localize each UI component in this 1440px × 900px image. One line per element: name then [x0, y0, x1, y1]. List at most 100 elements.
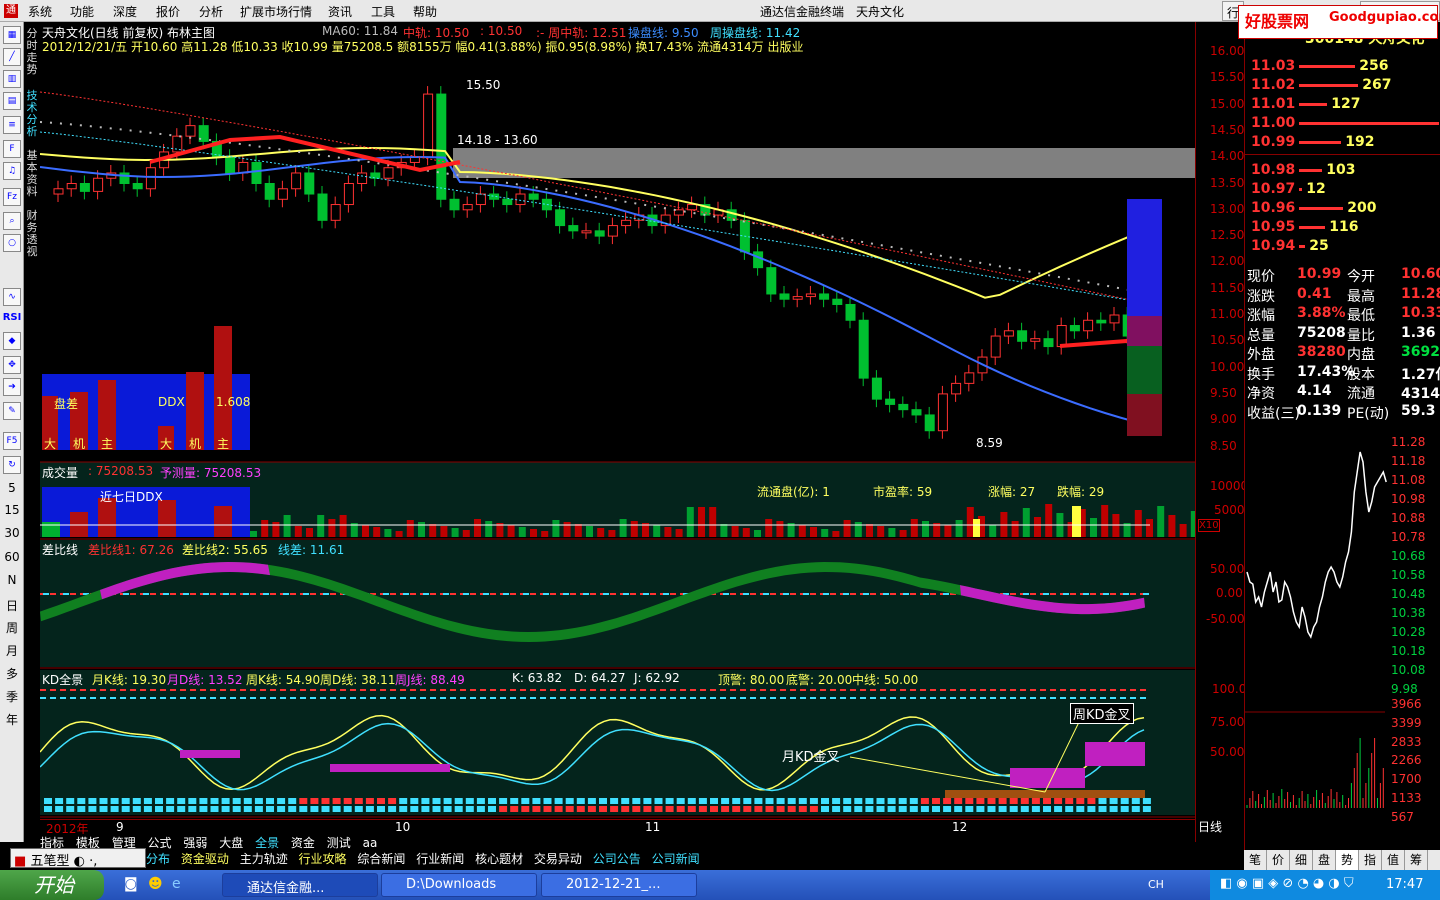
- news-tab-industry-guide[interactable]: 行业攻略: [299, 852, 347, 866]
- lang-indicator[interactable]: CH: [1148, 878, 1164, 891]
- kd-bottom: 底警: 20.00: [786, 673, 853, 687]
- period-day[interactable]: 日: [0, 597, 24, 614]
- vtab-minute[interactable]: 分时走势: [24, 28, 40, 76]
- period-multi[interactable]: 多: [0, 665, 24, 682]
- pen-icon[interactable]: ✎: [3, 402, 21, 420]
- period-week[interactable]: 周: [0, 619, 24, 636]
- period-n[interactable]: N: [0, 573, 24, 587]
- period-60min[interactable]: 60: [0, 550, 24, 564]
- line-chart-icon[interactable]: ╱: [3, 48, 21, 66]
- task-tdx[interactable]: 通达信金融...: [222, 873, 378, 897]
- order-row[interactable]: 10.98 103: [1251, 162, 1356, 178]
- period-30min[interactable]: 30: [0, 526, 24, 540]
- rtab-price[interactable]: 价: [1267, 850, 1290, 870]
- minute-chart-icon[interactable]: ▦: [3, 26, 21, 44]
- task-downloads[interactable]: D:\Downloads: [381, 873, 537, 897]
- rtab-trend[interactable]: 势: [1336, 850, 1359, 870]
- period-year[interactable]: 年: [0, 711, 24, 728]
- tab-aa[interactable]: aa: [363, 836, 378, 850]
- order-row[interactable]: 11.01 127: [1251, 96, 1361, 112]
- rtab-trades[interactable]: 笔: [1244, 850, 1267, 870]
- period-15min[interactable]: 15: [0, 503, 24, 517]
- order-price: 10.95: [1251, 219, 1296, 235]
- order-row[interactable]: 11.02 267: [1251, 77, 1392, 93]
- ime-mode[interactable]: 五笔型: [30, 854, 69, 869]
- menu-help[interactable]: 帮助: [413, 3, 437, 20]
- order-row[interactable]: 10.96 200: [1251, 200, 1377, 216]
- tray-icons[interactable]: ◧ ◉ ▣ ◈ ⊘ ◔ ◕ ◑ ⛉: [1220, 876, 1354, 891]
- rsi-button[interactable]: RSI: [0, 312, 24, 323]
- menu-analysis[interactable]: 分析: [199, 3, 223, 20]
- diamond-icon[interactable]: ◆: [3, 332, 21, 350]
- tab-strength[interactable]: 强弱: [183, 836, 207, 850]
- news-tab-company-news[interactable]: 公司新闻: [652, 852, 700, 866]
- kd-signal-block: [1142, 806, 1151, 812]
- menu-function[interactable]: 功能: [70, 3, 94, 20]
- rtab-value[interactable]: 值: [1382, 850, 1405, 870]
- period-season[interactable]: 季: [0, 688, 24, 705]
- rtab-index[interactable]: 指: [1359, 850, 1382, 870]
- news-tab-industry-news[interactable]: 行业新闻: [416, 852, 464, 866]
- rtab-detail[interactable]: 细: [1290, 850, 1313, 870]
- day-label[interactable]: 日线: [1198, 818, 1222, 835]
- tab-panorama[interactable]: 全景: [255, 836, 279, 850]
- menu-tools[interactable]: 工具: [371, 3, 395, 20]
- vtab-basic[interactable]: 基本资料: [24, 150, 40, 198]
- news-tab-main-track[interactable]: 主力轨迹: [240, 852, 288, 866]
- notes-icon[interactable]: ♫: [3, 162, 21, 180]
- order-row[interactable]: 11.03 256: [1251, 58, 1389, 74]
- move-icon[interactable]: ✥: [3, 356, 21, 374]
- news-tab-general-news[interactable]: 综合新闻: [357, 852, 405, 866]
- kd-signal-block: [821, 806, 829, 812]
- tab-test[interactable]: 测试: [327, 836, 351, 850]
- kline-chart[interactable]: [40, 22, 1195, 820]
- task-screenshot[interactable]: 2012-12-21_...: [541, 873, 697, 897]
- menu-quote[interactable]: 报价: [156, 3, 180, 20]
- order-row[interactable]: 10.94 25: [1251, 238, 1329, 254]
- table-icon[interactable]: ≡: [3, 116, 21, 134]
- news-tab-funds-drive[interactable]: 资金驱动: [181, 852, 229, 866]
- order-row[interactable]: 11.00639: [1251, 115, 1440, 131]
- ime-punct-icon[interactable]: ·,: [89, 854, 97, 869]
- tab-formula[interactable]: 公式: [148, 836, 172, 850]
- arrow-icon[interactable]: ➔: [3, 378, 21, 396]
- zoom-icon[interactable]: ⌕: [3, 212, 21, 230]
- kd-signal-block: [88, 806, 97, 812]
- fz-icon[interactable]: Fz: [3, 188, 21, 206]
- menu-news[interactable]: 资讯: [328, 3, 352, 20]
- news-tab-distribution[interactable]: 分布: [146, 852, 170, 866]
- news-tab-trade-alert[interactable]: 交易异动: [534, 852, 582, 866]
- vtab-finance[interactable]: 财务透视: [24, 210, 40, 258]
- desktop-icon[interactable]: ◙: [124, 876, 138, 892]
- search-icon[interactable]: ○: [3, 234, 21, 252]
- start-button[interactable]: 开始: [0, 870, 104, 900]
- x10-label[interactable]: X10: [1198, 519, 1220, 532]
- menu-depth[interactable]: 深度: [113, 3, 137, 20]
- vtab-tech[interactable]: 技术分析: [24, 90, 40, 138]
- order-row[interactable]: 10.99 192: [1251, 134, 1375, 150]
- news-tab-announcement[interactable]: 公司公告: [593, 852, 641, 866]
- news-tab-core-theme[interactable]: 核心题材: [475, 852, 523, 866]
- ime-moon-icon[interactable]: ◐: [74, 854, 85, 869]
- f5-icon[interactable]: F5: [3, 432, 21, 450]
- refresh-icon[interactable]: ↻: [3, 456, 21, 474]
- ime-bar[interactable]: ■ 五笔型 ◐ ·,: [10, 848, 146, 869]
- kd-signal-block: [166, 798, 175, 804]
- bar-chart-icon[interactable]: ▤: [3, 92, 21, 110]
- period-5min[interactable]: 5: [0, 481, 24, 495]
- order-row[interactable]: 10.97 12: [1251, 181, 1326, 197]
- browser-icon[interactable]: e: [172, 876, 181, 892]
- wave-icon[interactable]: ∿: [3, 288, 21, 306]
- kline-icon[interactable]: ▥: [3, 70, 21, 88]
- order-row[interactable]: 10.95 116: [1251, 219, 1359, 235]
- tab-funds[interactable]: 资金: [291, 836, 315, 850]
- menu-system[interactable]: 系统: [28, 3, 52, 20]
- qq-icon[interactable]: ☻: [148, 876, 163, 892]
- f10-icon[interactable]: F: [3, 140, 21, 158]
- period-month[interactable]: 月: [0, 642, 24, 659]
- app-logo-icon[interactable]: 通: [4, 4, 18, 18]
- rtab-chips[interactable]: 筹: [1405, 850, 1428, 870]
- tab-market[interactable]: 大盘: [219, 836, 243, 850]
- menu-ext-market[interactable]: 扩展市场行情: [240, 3, 312, 20]
- rtab-book[interactable]: 盘: [1313, 850, 1336, 870]
